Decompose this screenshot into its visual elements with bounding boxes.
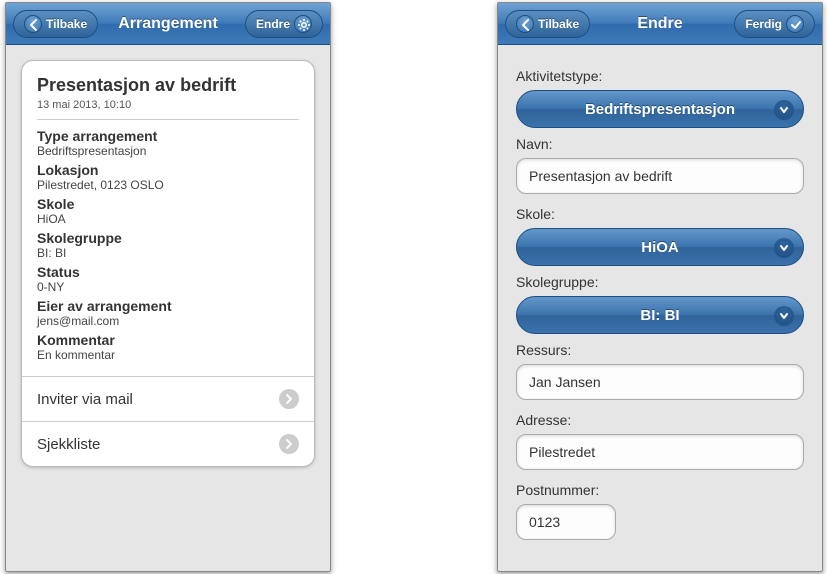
field-value: jens@mail.com <box>37 314 299 328</box>
input-postnummer[interactable] <box>516 504 616 540</box>
done-label: Ferdig <box>745 17 782 31</box>
label-skole: Skole: <box>516 206 804 222</box>
field: KommentarEn kommentar <box>37 332 299 362</box>
field-value: Pilestredet, 0123 OSLO <box>37 178 299 192</box>
content: Presentasjon av bedrift 13 mai 2013, 10:… <box>6 45 330 482</box>
form-content: Aktivitetstype: Bedriftspresentasjon Nav… <box>498 45 822 571</box>
topbar: Tilbake Arrangement Endre <box>6 3 330 45</box>
label-adresse: Adresse: <box>516 412 804 428</box>
check-icon <box>786 15 804 33</box>
select-skolegruppe[interactable]: BI: BI <box>516 296 804 334</box>
field: SkolegruppeBI: BI <box>37 230 299 260</box>
field-label: Type arrangement <box>37 128 299 144</box>
field-label: Skolegruppe <box>37 230 299 246</box>
detail-card: Presentasjon av bedrift 13 mai 2013, 10:… <box>21 60 315 467</box>
list-item-label: Inviter via mail <box>37 391 133 408</box>
label-ressurs: Ressurs: <box>516 342 804 358</box>
label-skolegruppe: Skolegruppe: <box>516 274 804 290</box>
chevron-right-icon <box>279 434 299 454</box>
divider <box>37 119 299 120</box>
field-value: Bedriftspresentasjon <box>37 144 299 158</box>
field-label: Status <box>37 264 299 280</box>
topbar: Tilbake Endre Ferdig <box>498 3 822 45</box>
label-postnummer: Postnummer: <box>516 482 804 498</box>
label-aktivitetstype: Aktivitetstype: <box>516 68 804 84</box>
phone-view-detail: Tilbake Arrangement Endre Presentasjon a… <box>5 2 331 572</box>
field-label: Kommentar <box>37 332 299 348</box>
back-label: Tilbake <box>538 17 579 31</box>
field: LokasjonPilestredet, 0123 OSLO <box>37 162 299 192</box>
back-label: Tilbake <box>46 17 87 31</box>
card-title: Presentasjon av bedrift <box>37 75 299 96</box>
field: Eier av arrangementjens@mail.com <box>37 298 299 328</box>
done-button[interactable]: Ferdig <box>734 10 815 38</box>
select-value: Bedriftspresentasjon <box>585 101 735 118</box>
field-value: HiOA <box>37 212 299 226</box>
edit-label: Endre <box>256 17 290 31</box>
list-item-invite[interactable]: Inviter via mail <box>22 376 314 421</box>
select-aktivitetstype[interactable]: Bedriftspresentasjon <box>516 90 804 128</box>
field-value: 0-NY <box>37 280 299 294</box>
field-value: BI: BI <box>37 246 299 260</box>
input-ressurs[interactable] <box>516 364 804 400</box>
select-value: BI: BI <box>640 307 679 324</box>
chevron-down-icon <box>774 238 794 258</box>
label-navn: Navn: <box>516 136 804 152</box>
field-label: Lokasjon <box>37 162 299 178</box>
select-value: HiOA <box>641 239 679 256</box>
list-item-label: Sjekkliste <box>37 436 100 453</box>
page-title: Arrangement <box>118 15 218 33</box>
page-title: Endre <box>637 15 682 33</box>
chevron-down-icon <box>774 100 794 120</box>
back-arrow-icon <box>516 15 534 33</box>
field: Status0-NY <box>37 264 299 294</box>
chevron-down-icon <box>774 306 794 326</box>
edit-button[interactable]: Endre <box>245 10 323 38</box>
field-label: Eier av arrangement <box>37 298 299 314</box>
back-arrow-icon <box>24 15 42 33</box>
field: SkoleHiOA <box>37 196 299 226</box>
list-item-checklist[interactable]: Sjekkliste <box>22 421 314 466</box>
field-value: En kommentar <box>37 348 299 362</box>
back-button[interactable]: Tilbake <box>505 10 590 38</box>
input-adresse[interactable] <box>516 434 804 470</box>
select-skole[interactable]: HiOA <box>516 228 804 266</box>
chevron-right-icon <box>279 389 299 409</box>
phone-view-edit: Tilbake Endre Ferdig Aktivitetstype: Bed… <box>497 2 823 572</box>
gear-icon <box>294 15 312 33</box>
field-label: Skole <box>37 196 299 212</box>
card-subtitle: 13 mai 2013, 10:10 <box>37 99 299 111</box>
back-button[interactable]: Tilbake <box>13 10 98 38</box>
field: Type arrangementBedriftspresentasjon <box>37 128 299 158</box>
input-navn[interactable] <box>516 158 804 194</box>
